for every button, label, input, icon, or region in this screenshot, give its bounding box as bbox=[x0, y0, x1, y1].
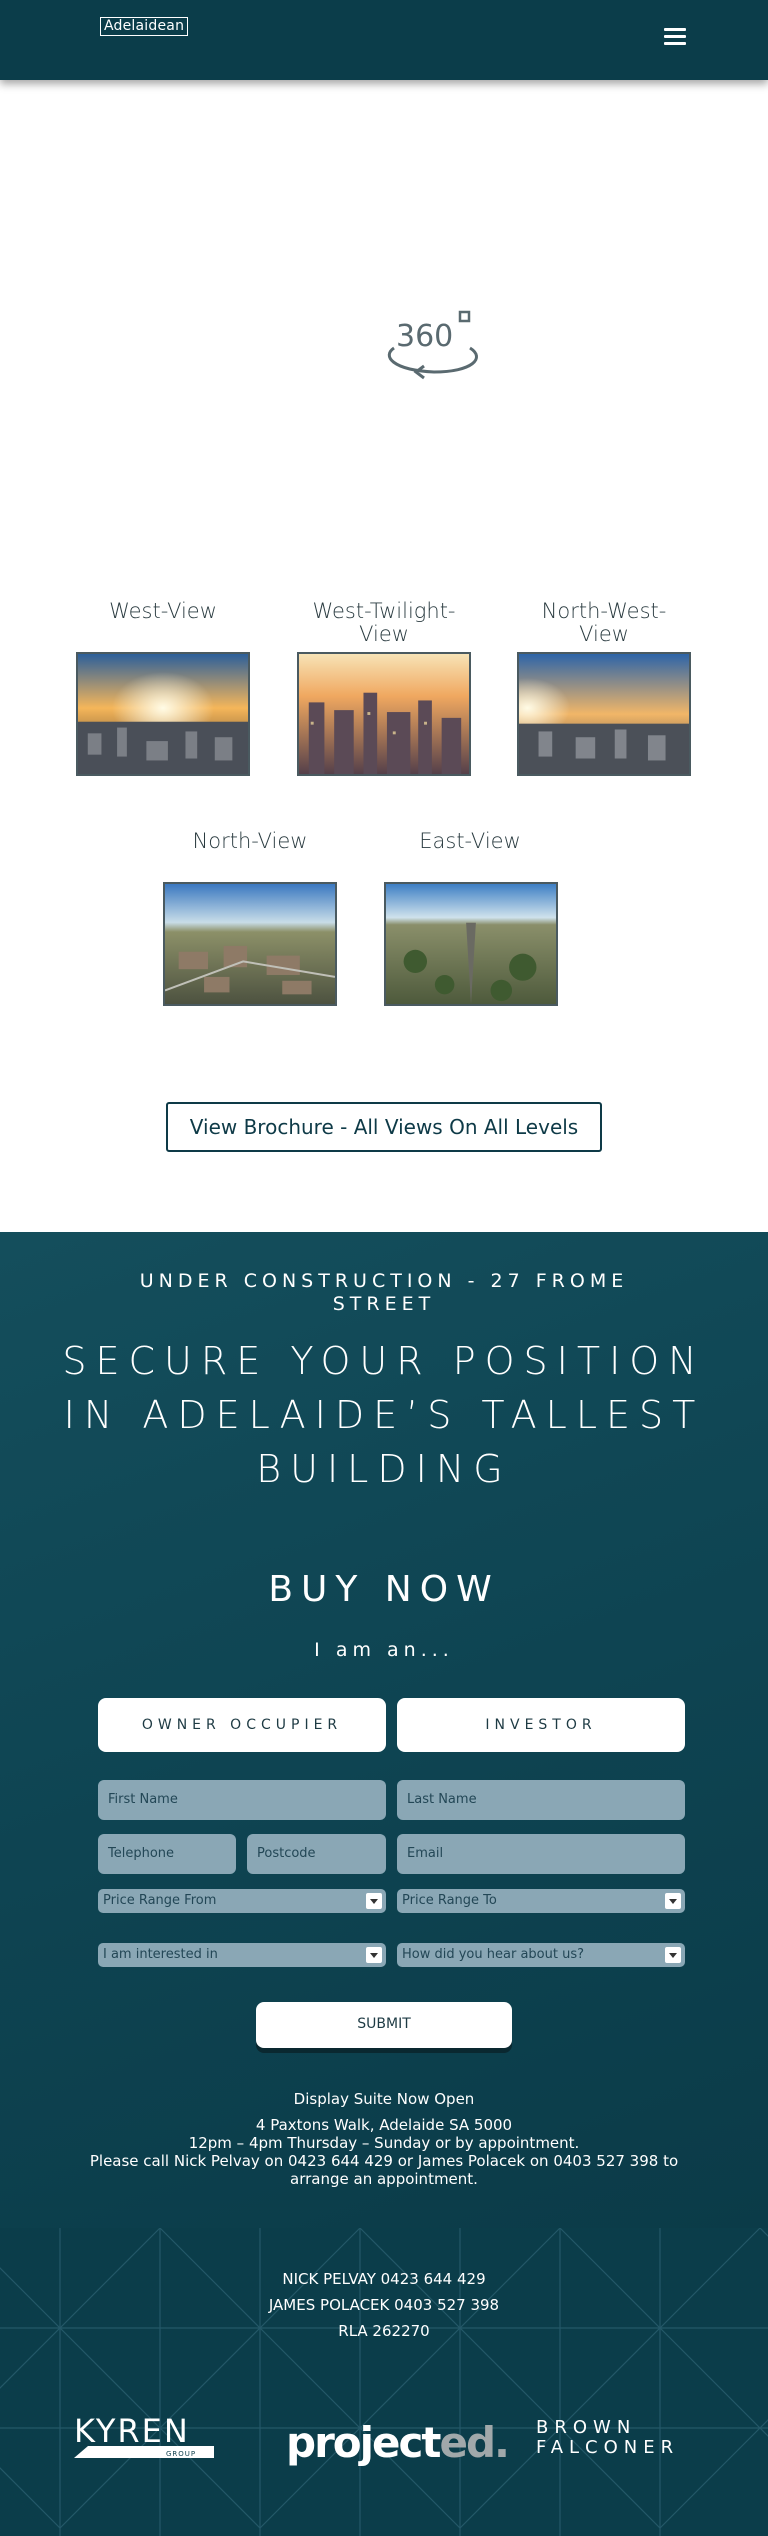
secure-position-headline: SECURE YOUR POSITION IN ADELAIDE’S TALLE… bbox=[62, 1339, 706, 1491]
display-suite-info: 4 Paxtons Walk, Adelaide SA 5000 12pm – … bbox=[60, 2116, 708, 2188]
site-header: Adelaidean bbox=[0, 0, 768, 80]
brown-falconer-line-2: FALCONER bbox=[536, 2437, 680, 2458]
owner-occupier-button[interactable]: OWNER OCCUPIER bbox=[98, 1698, 386, 1752]
email-field[interactable]: Email bbox=[397, 1834, 685, 1874]
chevron-down-icon bbox=[366, 1947, 382, 1963]
display-suite-heading: Display Suite Now Open bbox=[293, 2090, 475, 2108]
under-construction-heading: UNDER CONSTRUCTION - 27 FROME STREET bbox=[139, 1270, 629, 1315]
postcode-field[interactable]: Postcode bbox=[247, 1834, 386, 1874]
contact-nick: NICK PELVAY 0423 644 429 bbox=[282, 2270, 486, 2288]
projected-logo[interactable]: projected. bbox=[286, 2418, 511, 2468]
display-suite-address: 4 Paxtons Walk, Adelaide SA 5000 bbox=[255, 2116, 513, 2134]
buy-now-section: UNDER CONSTRUCTION - 27 FROME STREET SEC… bbox=[0, 1232, 768, 2228]
price-range-from-select[interactable]: Price Range From bbox=[98, 1889, 386, 1913]
i-am-an-label: I am an... bbox=[314, 1639, 454, 1661]
last-name-field[interactable]: Last Name bbox=[397, 1780, 685, 1820]
view-title-north-west: North-West-View bbox=[541, 599, 667, 646]
price-range-to-select[interactable]: Price Range To bbox=[397, 1889, 685, 1913]
chevron-down-icon bbox=[665, 1893, 681, 1909]
rla-number: RLA 262270 bbox=[338, 2322, 430, 2340]
west-view-thumbnail[interactable] bbox=[76, 652, 250, 776]
north-west-view-thumbnail[interactable] bbox=[517, 652, 691, 776]
heard-about-select[interactable]: How did you hear about us? bbox=[397, 1943, 685, 1967]
kyren-logo-subtext: GROUP bbox=[166, 2450, 196, 2458]
heard-about-value: How did you hear about us? bbox=[402, 1947, 584, 1962]
view-brochure-button[interactable]: View Brochure - All Views On All Levels bbox=[166, 1102, 602, 1152]
brown-falconer-logo[interactable]: BROWN FALCONER bbox=[536, 2418, 696, 2458]
brown-falconer-line-1: BROWN bbox=[536, 2417, 637, 2438]
display-suite-call: Please call Nick Pelvay on 0423 644 429 … bbox=[89, 2152, 679, 2188]
first-name-field[interactable]: First Name bbox=[98, 1780, 386, 1820]
north-view-thumbnail[interactable] bbox=[163, 882, 337, 1006]
site-logo[interactable]: Adelaidean bbox=[100, 17, 189, 36]
east-view-thumbnail[interactable] bbox=[384, 882, 558, 1006]
submit-button[interactable]: SUBMIT bbox=[256, 2002, 512, 2048]
hamburger-menu-icon[interactable] bbox=[664, 28, 686, 48]
price-range-from-value: Price Range From bbox=[103, 1893, 217, 1908]
display-suite-hours: 12pm – 4pm Thursday – Sunday or by appoi… bbox=[188, 2134, 580, 2152]
contact-james: JAMES POLACEK 0403 527 398 bbox=[268, 2296, 500, 2314]
price-range-to-value: Price Range To bbox=[402, 1893, 497, 1908]
view-title-north: North-View bbox=[192, 829, 308, 853]
projected-logo-text: project bbox=[286, 2418, 441, 2467]
site-footer: NICK PELVAY 0423 644 429 JAMES POLACEK 0… bbox=[0, 2228, 768, 2536]
360-view-icon[interactable]: 360 bbox=[382, 308, 486, 382]
kyren-group-logo[interactable]: KYREN GROUP bbox=[74, 2414, 214, 2462]
west-twilight-view-thumbnail[interactable] bbox=[297, 652, 471, 776]
view-title-east: East-View bbox=[419, 829, 521, 853]
view-title-west-twilight: West-Twilight-View bbox=[312, 599, 456, 646]
buy-now-heading: BUY NOW bbox=[268, 1569, 500, 1610]
chevron-down-icon bbox=[366, 1893, 382, 1909]
interested-in-value: I am interested in bbox=[103, 1947, 218, 1962]
kyren-logo-text: KYREN bbox=[74, 2414, 190, 2450]
telephone-field[interactable]: Telephone bbox=[98, 1834, 236, 1874]
view-title-west: West-View bbox=[109, 599, 217, 623]
investor-button[interactable]: INVESTOR bbox=[397, 1698, 685, 1752]
360-icon-text: 360 bbox=[396, 319, 453, 354]
interested-in-select[interactable]: I am interested in bbox=[98, 1943, 386, 1967]
chevron-down-icon bbox=[665, 1947, 681, 1963]
projected-logo-accent: ed. bbox=[439, 2418, 511, 2467]
